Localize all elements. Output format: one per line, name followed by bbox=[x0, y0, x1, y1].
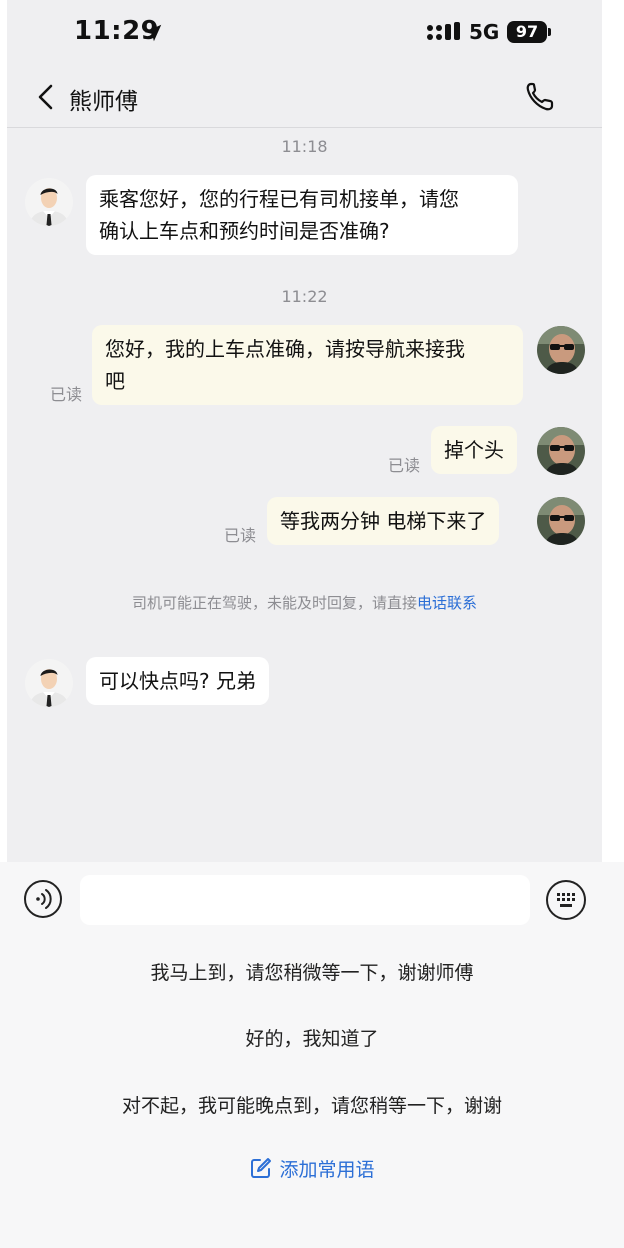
message-text-line: 乘客您好，您的行程已有司机接单，请您 bbox=[99, 187, 459, 211]
phone-call-icon[interactable] bbox=[523, 80, 557, 114]
battery-tip bbox=[548, 28, 551, 36]
driver-avatar[interactable] bbox=[25, 178, 73, 226]
user-avatar-photo bbox=[537, 497, 585, 545]
user-avatar-photo bbox=[537, 326, 585, 374]
message-text-line: 您好，我的上车点准确，请按导航来接我 bbox=[105, 337, 465, 361]
driver-avatar[interactable] bbox=[25, 659, 73, 707]
read-receipt: 已读 bbox=[388, 456, 421, 475]
user-avatar[interactable] bbox=[537, 427, 585, 475]
read-receipt: 已读 bbox=[50, 385, 83, 404]
nav-bar: 熊师傅 bbox=[7, 66, 602, 128]
outgoing-message-bubble: 您好，我的上车点准确，请按导航来接我 吧 bbox=[92, 325, 523, 405]
driver-avatar-icon bbox=[25, 659, 73, 707]
driver-avatar-icon bbox=[25, 178, 73, 226]
user-avatar[interactable] bbox=[537, 326, 585, 374]
quick-reply-item[interactable]: 好的，我知道了 bbox=[0, 1024, 624, 1051]
message-input[interactable] bbox=[80, 875, 530, 925]
outgoing-message-bubble: 掉个头 bbox=[431, 426, 517, 474]
status-bar: 11:29 5G 97 bbox=[7, 0, 602, 66]
back-arrow-icon[interactable] bbox=[35, 83, 55, 111]
add-phrase-label: 添加常用语 bbox=[279, 1159, 375, 1181]
read-receipt: 已读 bbox=[224, 526, 257, 545]
user-avatar-photo bbox=[537, 427, 585, 475]
input-panel: 我马上到，请您稍微等一下，谢谢师傅 好的，我知道了 对不起，我可能晚点到，请您稍… bbox=[0, 862, 624, 1248]
incoming-message-bubble: 可以快点吗? 兄弟 bbox=[86, 657, 269, 705]
message-timestamp: 11:22 bbox=[281, 287, 328, 306]
voice-wave-icon bbox=[36, 889, 52, 909]
voice-input-button[interactable] bbox=[24, 880, 62, 918]
add-common-phrase-button[interactable]: 添加常用语 bbox=[0, 1155, 624, 1182]
driver-notice: 司机可能正在驾驶，未能及时回复，请直接电话联系 bbox=[7, 592, 602, 613]
signal-strength-icon bbox=[427, 22, 460, 40]
incoming-message-bubble: 乘客您好，您的行程已有司机接单，请您 确认上车点和预约时间是否准确? bbox=[86, 175, 518, 255]
user-avatar[interactable] bbox=[537, 497, 585, 545]
location-arrow-icon bbox=[144, 24, 162, 42]
keyboard-button[interactable] bbox=[546, 880, 586, 920]
battery-level: 97 bbox=[507, 21, 547, 43]
call-driver-link[interactable]: 电话联系 bbox=[417, 594, 477, 612]
message-timestamp: 11:18 bbox=[281, 137, 328, 156]
quick-reply-item[interactable]: 对不起，我可能晚点到，请您稍等一下，谢谢 bbox=[0, 1091, 624, 1118]
network-type: 5G bbox=[469, 20, 500, 44]
page-title: 熊师傅 bbox=[69, 89, 138, 115]
quick-reply-item[interactable]: 我马上到，请您稍微等一下，谢谢师傅 bbox=[0, 958, 624, 985]
edit-icon bbox=[251, 1158, 272, 1178]
outgoing-message-bubble: 等我两分钟 电梯下来了 bbox=[267, 497, 500, 545]
keyboard-icon bbox=[557, 893, 575, 907]
message-text-line: 确认上车点和预约时间是否准确? bbox=[99, 219, 390, 243]
notice-text: 司机可能正在驾驶，未能及时回复，请直接 bbox=[131, 594, 417, 612]
message-text-line: 吧 bbox=[105, 369, 125, 393]
